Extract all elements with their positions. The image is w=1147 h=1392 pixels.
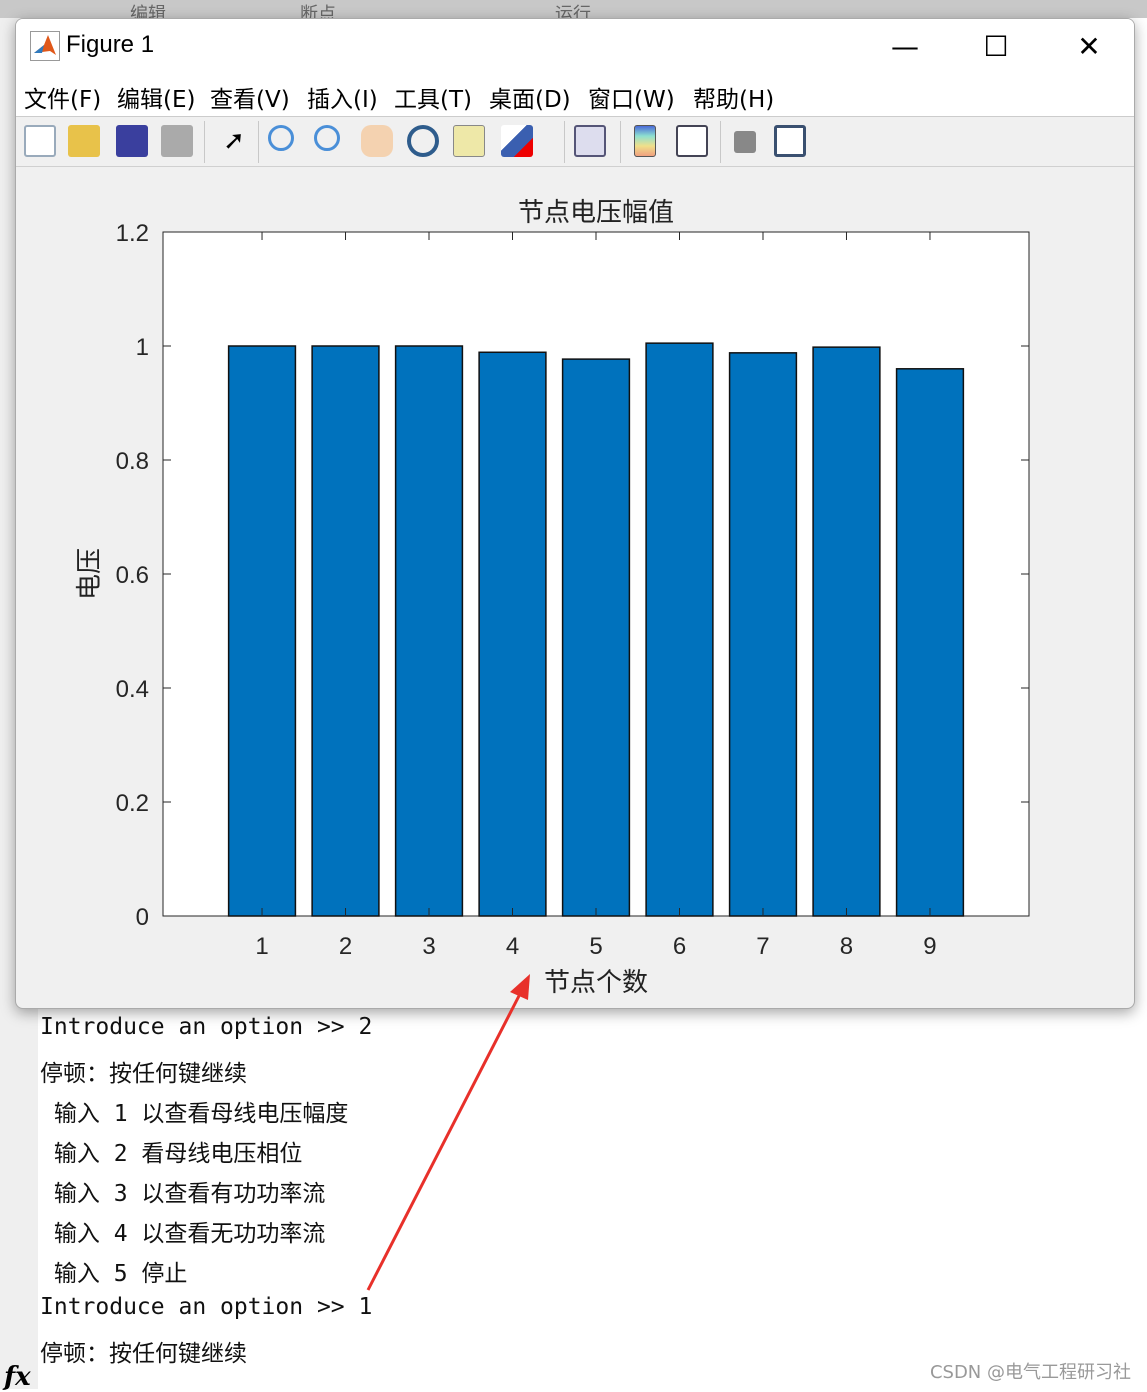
menu-desktop[interactable]: 桌面(D)	[489, 80, 571, 114]
console-line: 停顿：按任何键继续	[40, 1341, 247, 1367]
minimize-button[interactable]: —	[880, 29, 930, 65]
editor-tabs: 编辑 断点 运行	[0, 0, 1147, 25]
console-line: 输入 4 以查看无功功率流	[40, 1221, 326, 1247]
x-tick-label: 9	[923, 933, 936, 960]
menu-window[interactable]: 窗口(W)	[588, 80, 675, 114]
x-tick-label: 8	[840, 933, 853, 960]
brush-icon[interactable]	[501, 125, 533, 157]
chart-title: 节点电压幅值	[518, 198, 674, 228]
bar	[478, 351, 547, 917]
watermark: CSDN @电气工程研习社	[929, 1362, 1131, 1383]
figure-window: Figure 1 — ☐ ✕ 文件(F) 编辑(E) 查看(V) 插入(I) 工…	[15, 18, 1135, 1009]
bar	[561, 358, 631, 917]
print-icon[interactable]	[161, 125, 193, 157]
bar	[895, 368, 965, 917]
fx-prompt-icon: fx	[4, 1362, 31, 1392]
show-plot-tools-icon[interactable]	[774, 125, 806, 157]
y-tick-label: 0	[136, 904, 149, 931]
legend-icon[interactable]	[676, 125, 708, 157]
select-arrow-icon[interactable]: ➚	[218, 125, 250, 157]
x-tick-label: 1	[255, 933, 268, 960]
window-title: Figure 1	[66, 31, 155, 58]
new-figure-icon[interactable]	[24, 125, 56, 157]
y-tick-label: 0.2	[116, 790, 149, 817]
x-tick-label: 7	[756, 933, 769, 960]
console-line: 输入 3 以查看有功功率流	[40, 1181, 326, 1207]
bar	[394, 345, 464, 917]
y-tick-label: 1	[136, 334, 149, 361]
pan-hand-icon[interactable]	[361, 125, 393, 157]
bar	[728, 352, 798, 917]
menu-help[interactable]: 帮助(H)	[693, 80, 774, 114]
bar	[812, 346, 881, 917]
x-tick-label: 6	[673, 933, 686, 960]
y-tick-label: 1.2	[116, 220, 149, 247]
open-icon[interactable]	[68, 125, 100, 157]
rotate-3d-icon[interactable]	[407, 125, 439, 157]
bar	[311, 345, 380, 917]
menu-view[interactable]: 查看(V)	[210, 80, 290, 114]
bar	[227, 345, 297, 917]
data-cursor-icon[interactable]	[453, 125, 485, 157]
title-bar: Figure 1 — ☐ ✕	[16, 19, 1134, 75]
toolbar: ➚	[16, 117, 1134, 167]
bar-chart: 1 2 3 4 5 6 7 8 9 0 0.2 0.4 0.6 0.8 1 1.2 节点电压幅值 节点个数 电…	[75, 198, 1030, 998]
save-icon[interactable]	[116, 125, 148, 157]
console-line: 输入 5 停止	[40, 1261, 188, 1287]
zoom-in-icon[interactable]	[268, 125, 294, 151]
y-axis-label: 电压	[75, 548, 105, 600]
command-window[interactable]: Introduce an option >> 2 停顿：按任何键继续 输入 1 …	[38, 1010, 1147, 1389]
x-axis-label: 节点个数	[544, 968, 648, 998]
x-tick-label: 2	[339, 933, 352, 960]
x-tick-label: 3	[422, 933, 435, 960]
matlab-logo-icon	[30, 31, 60, 61]
bar	[645, 342, 714, 917]
y-tick-label: 0.8	[116, 448, 149, 475]
x-tick-label: 4	[506, 933, 519, 960]
y-tick-label: 0.6	[116, 562, 149, 589]
close-button[interactable]: ✕	[1064, 29, 1114, 65]
maximize-button[interactable]: ☐	[971, 29, 1021, 65]
hide-plot-tools-icon[interactable]	[734, 131, 756, 153]
console-line: Introduce an option >> 1	[40, 1294, 373, 1320]
menu-insert[interactable]: 插入(I)	[307, 80, 378, 114]
colorbar-icon[interactable]	[634, 125, 656, 157]
menu-bar: 文件(F) 编辑(E) 查看(V) 插入(I) 工具(T) 桌面(D) 窗口(W…	[16, 75, 1134, 117]
y-tick-label: 0.4	[116, 676, 149, 703]
console-line: 输入 1 以查看母线电压幅度	[40, 1101, 349, 1127]
console-line: Introduce an option >> 2	[40, 1014, 373, 1040]
menu-file[interactable]: 文件(F)	[24, 80, 101, 114]
x-tick-label: 5	[589, 933, 602, 960]
zoom-out-icon[interactable]	[314, 125, 340, 151]
menu-edit[interactable]: 编辑(E)	[117, 80, 195, 114]
menu-tools[interactable]: 工具(T)	[394, 80, 472, 114]
console-line: 输入 2 看母线电压相位	[40, 1141, 303, 1167]
console-line: 停顿：按任何键继续	[40, 1061, 247, 1087]
link-plot-icon[interactable]	[574, 125, 606, 157]
